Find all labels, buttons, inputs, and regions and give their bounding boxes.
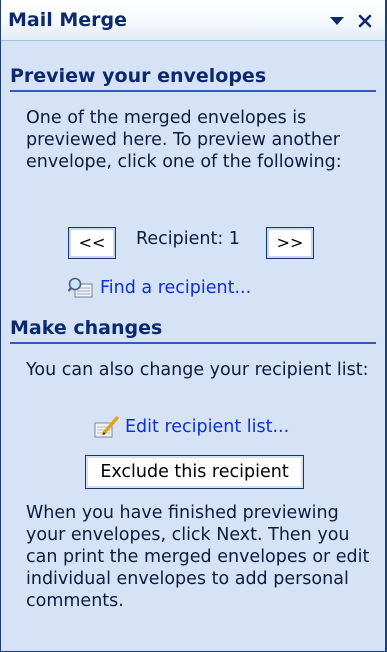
recipient-counter: Recipient: 1 <box>136 229 240 249</box>
mail-merge-task-pane: Mail Merge Preview your envelopes One of… <box>0 0 387 652</box>
find-recipient-link[interactable]: Find a recipient... <box>68 276 251 300</box>
edit-recipient-list-link[interactable]: Edit recipient list... <box>93 415 289 439</box>
preview-description: One of the merged envelopes is previewed… <box>26 108 342 172</box>
edit-list-icon <box>94 416 119 438</box>
task-pane-title-bar: Mail Merge <box>1 0 385 41</box>
find-recipient-link-text: Find a recipient... <box>100 278 252 298</box>
find-recipient-icon <box>68 277 93 298</box>
close-icon[interactable] <box>356 12 374 30</box>
edit-recipient-list-link-text: Edit recipient list... <box>125 417 290 437</box>
preview-section-heading: Preview your envelopes <box>10 65 376 92</box>
changes-section-heading: Make changes <box>10 317 376 344</box>
dropdown-arrow-icon[interactable] <box>328 12 346 30</box>
changes-description: You can also change your recipient list: <box>26 360 369 380</box>
next-recipient-button[interactable]: >> <box>266 227 314 259</box>
task-pane-title: Mail Merge <box>8 9 128 31</box>
exclude-recipient-button[interactable]: Exclude this recipient <box>85 455 304 489</box>
changes-footer-text: When you have finished previewing your e… <box>26 503 370 611</box>
previous-recipient-button[interactable]: << <box>68 227 116 259</box>
